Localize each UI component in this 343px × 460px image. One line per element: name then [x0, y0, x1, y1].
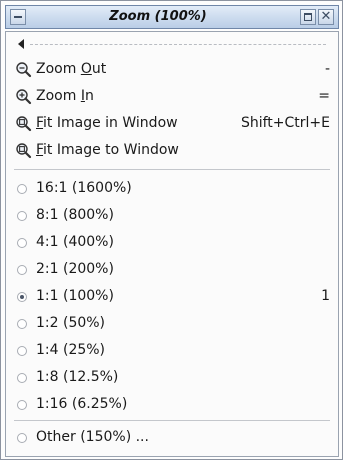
menu-item-zoom-ratio[interactable]: 4:1 (400%)	[6, 230, 338, 256]
menu-item-label: Zoom In	[36, 88, 94, 104]
menu-item-label: Other (150%) ...	[36, 429, 149, 445]
menu-separator	[14, 169, 330, 170]
radio-indicator	[17, 433, 27, 443]
radio-indicator	[17, 184, 27, 194]
menu-item-zoom-out[interactable]: Zoom Out -	[6, 57, 338, 83]
radio-indicator	[17, 211, 27, 221]
radio-checked-indicator	[17, 292, 27, 302]
menu-item-shortcut: =	[318, 88, 330, 104]
menu-item-zoom-ratio[interactable]: 2:1 (200%)	[6, 257, 338, 283]
tearoff-item[interactable]	[6, 32, 338, 56]
tearoff-arrow-icon	[18, 39, 24, 49]
menu-item-zoom-ratio[interactable]: 1:8 (12.5%)	[6, 365, 338, 391]
menu-item-shortcut: -	[324, 61, 330, 77]
window-menu-button[interactable]	[10, 9, 26, 25]
menu-item-zoom-ratio[interactable]: 1:2 (50%)	[6, 311, 338, 337]
close-icon: ✕	[320, 9, 332, 24]
menu-item-label: Fit Image in Window	[36, 115, 178, 131]
tearoff-dashed-line	[30, 44, 326, 45]
maximize-button[interactable]	[300, 9, 316, 25]
menu-item-fit-image-to-window[interactable]: Fit Image to Window	[6, 138, 338, 164]
radio-indicator	[17, 265, 27, 275]
menu-item-label: Fit Image to Window	[36, 142, 179, 158]
menu-item-zoom-ratio[interactable]: 8:1 (800%)	[6, 203, 338, 229]
menu-item-label: 16:1 (1600%)	[36, 180, 132, 196]
menu-item-zoom-ratio[interactable]: 1:4 (25%)	[6, 338, 338, 364]
menu-item-shortcut: 1	[321, 288, 330, 304]
menu-item-zoom-in[interactable]: Zoom In =	[6, 84, 338, 110]
menu-item-other-zoom[interactable]: Other (150%) ...	[6, 425, 338, 451]
zoom-menu-window: Zoom (100%) ✕ Zoom Out - Zoom In = Fit I…	[0, 0, 343, 460]
zoom-in-icon	[16, 89, 32, 105]
menu-item-label: 1:1 (100%)	[36, 288, 114, 304]
menu-item-label: 4:1 (400%)	[36, 234, 114, 250]
menu-item-fit-image-in-window[interactable]: Fit Image in Window Shift+Ctrl+E	[6, 111, 338, 137]
zoom-menu: Zoom Out - Zoom In = Fit Image in Window…	[5, 31, 339, 457]
menu-item-label: 2:1 (200%)	[36, 261, 114, 277]
menu-item-label: 8:1 (800%)	[36, 207, 114, 223]
zoom-fit-icon	[16, 116, 32, 132]
menu-item-label: 1:8 (12.5%)	[36, 369, 119, 385]
close-button[interactable]: ✕	[318, 9, 334, 25]
radio-indicator	[17, 238, 27, 248]
zoom-fit-icon	[16, 143, 32, 159]
menu-item-zoom-ratio[interactable]: 1:16 (6.25%)	[6, 392, 338, 418]
menu-item-zoom-ratio[interactable]: 1:1 (100%) 1	[6, 284, 338, 310]
radio-indicator	[17, 400, 27, 410]
menu-item-label: 1:16 (6.25%)	[36, 396, 128, 412]
radio-indicator	[17, 319, 27, 329]
menu-item-shortcut: Shift+Ctrl+E	[240, 115, 330, 131]
menu-separator	[14, 420, 330, 421]
radio-indicator	[17, 346, 27, 356]
zoom-out-icon	[16, 62, 32, 78]
radio-indicator	[17, 373, 27, 383]
menu-item-label: Zoom Out	[36, 61, 107, 77]
menu-item-zoom-ratio[interactable]: 16:1 (1600%)	[6, 176, 338, 202]
window-title: Zoom (100%)	[109, 9, 207, 24]
title-bar[interactable]: Zoom (100%) ✕	[5, 5, 339, 29]
menu-item-label: 1:2 (50%)	[36, 315, 106, 331]
menu-item-label: 1:4 (25%)	[36, 342, 106, 358]
